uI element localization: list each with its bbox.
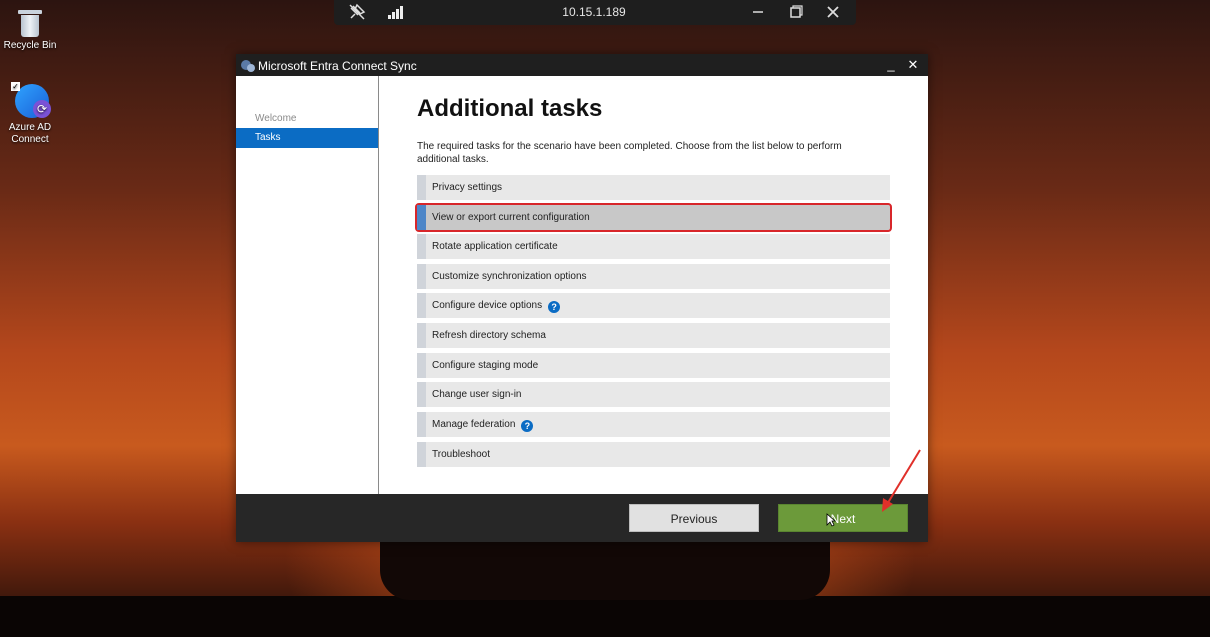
azure-ad-connect-shortcut[interactable]: ⟳ ✓ Azure AD Connect <box>0 82 60 146</box>
recycle-bin-shortcut[interactable]: Recycle Bin <box>0 6 60 51</box>
task-troubleshoot[interactable]: Troubleshoot <box>417 442 890 467</box>
task-label: Change user sign-in <box>432 389 522 400</box>
signal-icon[interactable] <box>388 6 404 19</box>
wizard-footer: Previous Next <box>236 494 928 542</box>
task-label: Refresh directory schema <box>432 330 546 341</box>
task-privacy-settings[interactable]: Privacy settings <box>417 175 890 200</box>
wizard-content: Additional tasks The required tasks for … <box>379 76 928 494</box>
page-description: The required tasks for the scenario have… <box>417 141 842 165</box>
entra-connect-window: Microsoft Entra Connect Sync _ ✕ Welcome… <box>236 54 928 542</box>
task-label: Troubleshoot <box>432 449 490 460</box>
task-configure-staging-mode[interactable]: Configure staging mode <box>417 353 890 378</box>
desktop-wallpaper-silhouette <box>380 540 830 600</box>
close-icon[interactable] <box>821 3 845 21</box>
unpin-icon[interactable] <box>345 3 369 21</box>
task-label: Customize synchronization options <box>432 271 587 282</box>
task-label: Privacy settings <box>432 182 503 193</box>
sidebar-item-welcome[interactable]: Welcome <box>236 109 378 129</box>
entra-app-icon <box>241 58 255 72</box>
window-minimize-button[interactable]: _ <box>881 56 901 74</box>
annotation-arrow-icon <box>882 449 921 512</box>
task-label: Rotate application certificate <box>432 241 558 252</box>
window-title: Microsoft Entra Connect Sync <box>258 59 417 73</box>
remote-connection-bar: 10.15.1.189 <box>334 0 856 25</box>
previous-button[interactable]: Previous <box>629 504 759 532</box>
azure-ad-connect-label: Azure AD Connect <box>8 122 52 145</box>
help-icon[interactable]: ? <box>548 301 561 313</box>
recycle-bin-icon <box>16 6 44 38</box>
task-view-export-configuration[interactable]: View or export current configuration <box>415 203 892 232</box>
sidebar-item-tasks[interactable]: Tasks <box>236 128 378 148</box>
task-refresh-directory-schema[interactable]: Refresh directory schema <box>417 323 890 348</box>
task-change-user-sign-in[interactable]: Change user sign-in <box>417 382 890 407</box>
task-label: Manage federation <box>432 419 516 430</box>
restore-icon[interactable] <box>784 3 808 21</box>
task-manage-federation[interactable]: Manage federation? <box>417 412 890 437</box>
task-configure-device-options[interactable]: Configure device options? <box>417 293 890 318</box>
remote-ip-address: 10.15.1.189 <box>562 5 626 19</box>
task-label: View or export current configuration <box>432 212 590 223</box>
desktop-ground <box>0 596 1210 637</box>
page-title: Additional tasks <box>417 95 603 122</box>
wizard-sidebar: Welcome Tasks <box>236 76 379 494</box>
minimize-icon[interactable] <box>746 3 770 21</box>
recycle-bin-label: Recycle Bin <box>3 40 57 51</box>
task-rotate-certificate[interactable]: Rotate application certificate <box>417 234 890 259</box>
azure-ad-connect-icon: ⟳ ✓ <box>11 82 51 120</box>
window-close-button[interactable]: ✕ <box>903 56 923 74</box>
task-label: Configure staging mode <box>432 360 539 371</box>
mouse-cursor-icon <box>826 513 836 527</box>
task-label: Configure device options <box>432 300 543 311</box>
help-icon[interactable]: ? <box>521 420 534 432</box>
task-customize-sync-options[interactable]: Customize synchronization options <box>417 264 890 289</box>
window-titlebar[interactable]: Microsoft Entra Connect Sync _ ✕ <box>236 54 928 76</box>
